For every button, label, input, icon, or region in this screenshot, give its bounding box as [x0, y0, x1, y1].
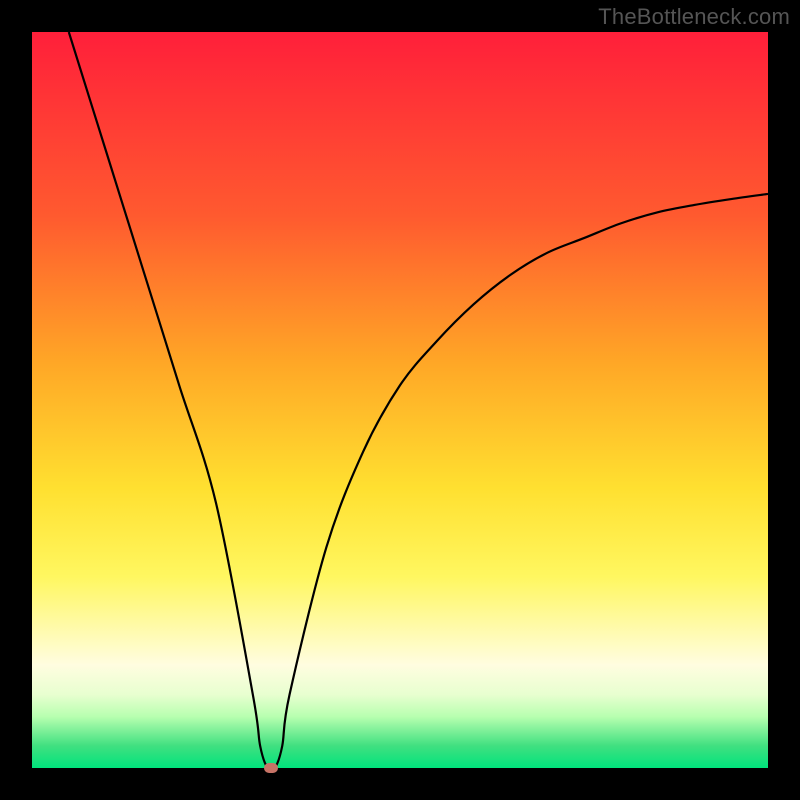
- plot-area: [32, 32, 768, 768]
- curve-path: [69, 32, 768, 768]
- watermark-text: TheBottleneck.com: [598, 4, 790, 30]
- optimal-point-marker: [264, 763, 278, 773]
- chart-frame: TheBottleneck.com: [0, 0, 800, 800]
- bottleneck-curve: [32, 32, 768, 768]
